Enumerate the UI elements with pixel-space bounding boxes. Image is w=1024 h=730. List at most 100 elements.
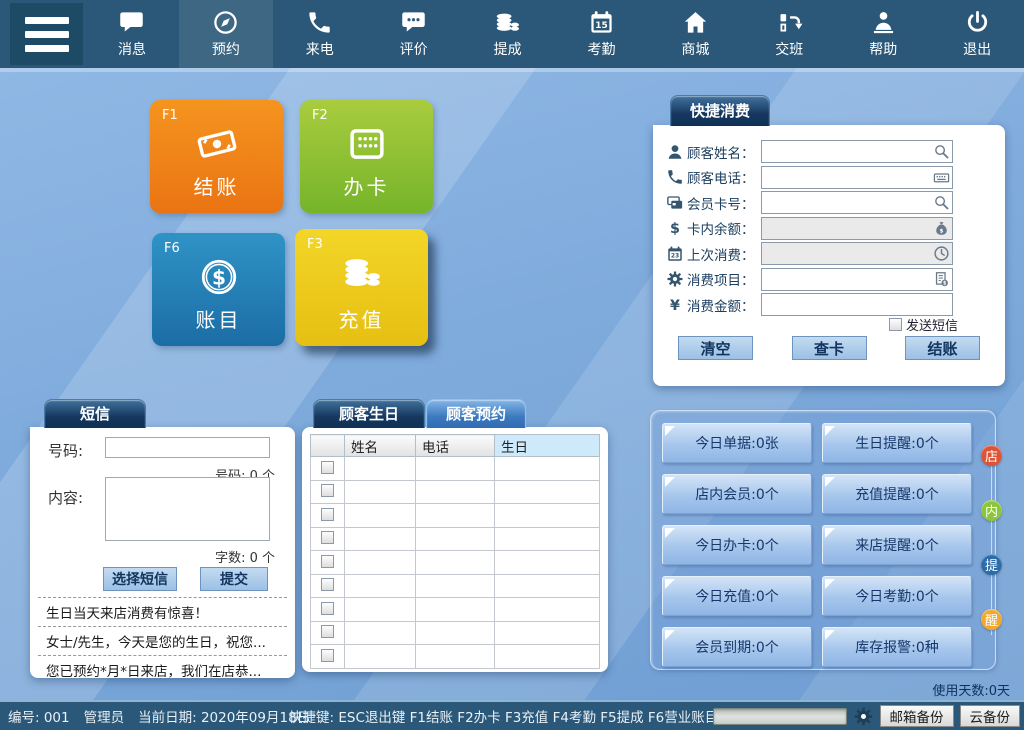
tile-bill[interactable]: F1结账: [150, 100, 283, 213]
nav-item-review[interactable]: 评价: [367, 0, 461, 68]
backup-button-2[interactable]: 云备份: [960, 705, 1021, 727]
customer-row[interactable]: [311, 574, 600, 598]
clock-icon[interactable]: [933, 245, 950, 262]
backup-button-1[interactable]: 邮箱备份: [880, 705, 954, 727]
row-checkbox[interactable]: [321, 508, 334, 521]
qc-field-row: 会员卡号：: [666, 192, 1005, 214]
row-checkbox[interactable]: [321, 555, 334, 568]
cell-name: [345, 480, 416, 504]
qc-input[interactable]: [762, 167, 952, 188]
reminder-tile[interactable]: 生日提醒:0个: [822, 423, 972, 463]
qc-field-label: 顾客电话：: [687, 167, 761, 187]
cell-birthday: [495, 504, 600, 528]
cell-phone: [416, 504, 495, 528]
row-checkbox[interactable]: [321, 484, 334, 497]
receipt-icon[interactable]: $: [933, 271, 950, 288]
select-sms-button[interactable]: 选择短信: [103, 567, 177, 591]
reminder-tile[interactable]: 库存报警:0种: [822, 627, 972, 667]
customer-tab-2[interactable]: 顾客预约: [426, 399, 526, 428]
submit-sms-button[interactable]: 提交: [200, 567, 268, 591]
keyboard-icon[interactable]: [933, 169, 950, 186]
customer-tab-1[interactable]: 顾客生日: [313, 399, 425, 428]
backup-buttons: 邮箱备份云备份: [880, 705, 1021, 727]
reminder-tile[interactable]: 今日充值:0个: [662, 576, 812, 616]
customer-row[interactable]: [311, 621, 600, 645]
svg-text:$: $: [940, 228, 944, 234]
customer-row[interactable]: [311, 457, 600, 481]
nav-item-exit[interactable]: 退出: [930, 0, 1024, 68]
cell-phone: [416, 574, 495, 598]
qc-input[interactable]: [762, 243, 952, 264]
qc-button-3[interactable]: 结账: [905, 336, 980, 360]
reminder-tile[interactable]: 今日考勤:0个: [822, 576, 972, 616]
customer-row[interactable]: [311, 504, 600, 528]
phone-icon: [666, 168, 684, 186]
sms-number-input[interactable]: [105, 437, 270, 458]
nav-item-incoming-call[interactable]: 来电: [273, 0, 367, 68]
nav-item-label: 来电: [306, 39, 334, 59]
sms-tab: 短信: [44, 399, 146, 428]
settings-gear-icon[interactable]: [853, 706, 874, 727]
row-checkbox[interactable]: [321, 625, 334, 638]
sms-template-item[interactable]: 您已预约*月*日来店，我们在店恭...: [38, 655, 287, 684]
sms-number-label: 号码:: [48, 440, 83, 461]
customer-row[interactable]: [311, 527, 600, 551]
customer-row[interactable]: [311, 551, 600, 575]
reminder-tile[interactable]: 充值提醒:0个: [822, 474, 972, 514]
reminder-tile[interactable]: 来店提醒:0个: [822, 525, 972, 565]
nav-item-shift-change[interactable]: 交班: [742, 0, 836, 68]
commission-icon: [494, 9, 521, 36]
nav-item-mall[interactable]: 商城: [648, 0, 742, 68]
cell-name: [345, 574, 416, 598]
qc-button-1[interactable]: 清空: [678, 336, 753, 360]
row-checkbox[interactable]: [321, 602, 334, 615]
customer-row[interactable]: [311, 645, 600, 669]
review-icon: [400, 9, 427, 36]
row-checkbox[interactable]: [321, 461, 334, 474]
moneybag-icon[interactable]: $: [933, 220, 950, 237]
tile-label: 充值: [295, 304, 428, 333]
customer-row[interactable]: [311, 480, 600, 504]
reminder-tile[interactable]: 店内会员:0个: [662, 474, 812, 514]
reminder-tile[interactable]: 会员到期:0个: [662, 627, 812, 667]
column-header: 生日: [495, 435, 600, 457]
qc-input[interactable]: [762, 218, 952, 239]
sms-content-textarea[interactable]: [105, 477, 270, 541]
qc-input[interactable]: [762, 294, 952, 315]
user-icon: [666, 143, 684, 161]
current-date: 当前日期: 2020年09月18日: [138, 706, 310, 726]
sms-template-item[interactable]: 女士/先生，今天是您的生日，祝您...: [38, 626, 287, 655]
hamburger-menu-icon[interactable]: [10, 3, 83, 65]
nav-item-attendance[interactable]: 15考勤: [555, 0, 649, 68]
customer-row[interactable]: [311, 598, 600, 622]
row-checkbox[interactable]: [321, 531, 334, 544]
nav-item-help[interactable]: 帮助: [836, 0, 930, 68]
qc-field-row: 顾客姓名：: [666, 141, 1005, 163]
quick-consume-buttons: 清空 查卡 结账: [653, 336, 1005, 360]
nav-item-message[interactable]: 消息: [85, 0, 179, 68]
send-sms-option[interactable]: 发送短信: [889, 315, 958, 334]
send-sms-checkbox[interactable]: [889, 318, 902, 331]
search-icon[interactable]: [933, 194, 950, 211]
coins-icon: [295, 251, 428, 295]
nav-divider: [0, 68, 1024, 72]
reminder-tile[interactable]: 今日单据:0张: [662, 423, 812, 463]
tile-card[interactable]: F2办卡: [300, 100, 433, 213]
tile-coins[interactable]: F3充值: [295, 229, 428, 346]
reminder-tile[interactable]: 今日办卡:0个: [662, 525, 812, 565]
status-right: 邮箱备份云备份: [713, 702, 1021, 730]
qc-input[interactable]: [762, 141, 952, 162]
nav-item-commission[interactable]: 提成: [461, 0, 555, 68]
sms-template-item[interactable]: 生日当天来店消费有惊喜！: [38, 597, 287, 626]
qc-input-wrap: [761, 293, 953, 316]
tile-dollar-circle[interactable]: F6$账目: [152, 233, 285, 346]
nav-item-appointment[interactable]: 预约: [179, 0, 273, 68]
search-icon[interactable]: [933, 143, 950, 160]
row-checkbox[interactable]: [321, 649, 334, 662]
qc-button-2[interactable]: 查卡: [792, 336, 867, 360]
cell-birthday: [495, 621, 600, 645]
qc-input[interactable]: [762, 192, 952, 213]
row-checkbox[interactable]: [321, 578, 334, 591]
qc-input[interactable]: [762, 269, 952, 290]
card-icon: [300, 122, 433, 166]
